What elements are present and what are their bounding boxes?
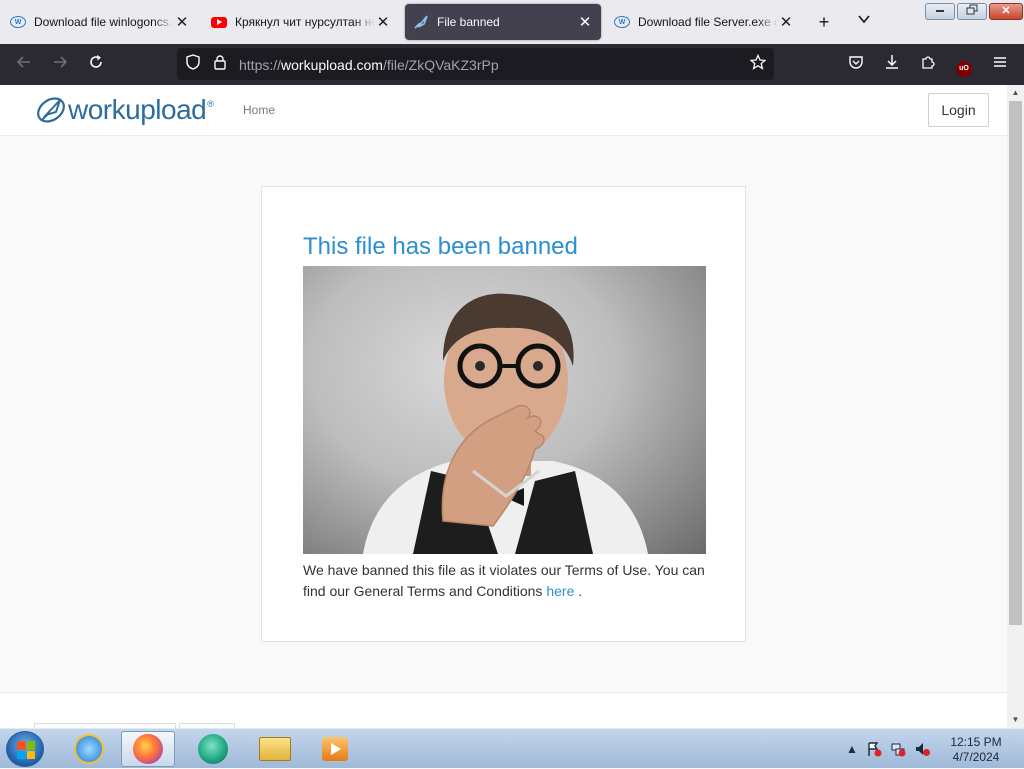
chat-app-icon bbox=[198, 734, 228, 764]
workupload-logo[interactable]: workupload ® bbox=[34, 93, 214, 127]
close-icon[interactable]: ✕ bbox=[174, 13, 190, 31]
scroll-thumb[interactable] bbox=[1009, 101, 1022, 625]
youtube-icon bbox=[211, 14, 227, 30]
banned-notice-card: This file has been banned We have banned… bbox=[261, 186, 746, 642]
scroll-down-arrow[interactable]: ▼ bbox=[1007, 712, 1024, 728]
restore-icon bbox=[966, 4, 978, 15]
tab-download-server[interactable]: W Download file Server.exe on ✕ bbox=[606, 4, 802, 40]
system-tray: ▲ 12:15 PM 4/7/2024 bbox=[840, 729, 1024, 769]
site-header: workupload ® Home Login bbox=[0, 85, 1007, 136]
arrow-left-icon bbox=[16, 56, 30, 68]
web-page: workupload ® Home Login This file has be… bbox=[0, 85, 1007, 728]
tab-title: File banned bbox=[437, 15, 500, 29]
taskbar-messenger[interactable] bbox=[186, 731, 240, 767]
download-icon bbox=[886, 55, 898, 69]
explanation-trailing: . bbox=[574, 583, 583, 599]
site-footer bbox=[0, 692, 1007, 728]
chevron-down-icon bbox=[858, 15, 870, 24]
windows-taskbar: ▲ 12:15 PM 4/7/2024 bbox=[0, 728, 1024, 768]
nav-home-link[interactable]: Home bbox=[243, 103, 275, 117]
volume-muted-icon[interactable] bbox=[914, 741, 930, 757]
url-bar[interactable]: https://workupload.com/file/ZkQVaKZ3rPp bbox=[177, 48, 774, 80]
clock-date: 4/7/2024 bbox=[952, 750, 1000, 764]
windows-logo-icon bbox=[17, 741, 35, 759]
show-hidden-icons-button[interactable]: ▲ bbox=[844, 741, 860, 757]
logo-text: workupload bbox=[68, 94, 207, 126]
downloads-button[interactable] bbox=[879, 52, 905, 78]
explanation-text: We have banned this file as it violates … bbox=[303, 562, 705, 599]
list-all-tabs-button[interactable] bbox=[852, 10, 876, 34]
workupload-icon: W bbox=[614, 14, 630, 30]
tracking-shield-icon[interactable] bbox=[183, 54, 203, 74]
taskbar-firefox[interactable] bbox=[121, 731, 175, 767]
action-center-flag-icon[interactable] bbox=[866, 741, 882, 757]
folder-icon bbox=[259, 737, 291, 761]
tab-youtube-video[interactable]: Кряк​нул чит нурсултан не ✕ bbox=[203, 4, 399, 40]
shocked-man-image bbox=[303, 266, 706, 554]
banned-explanation: We have banned this file as it violates … bbox=[303, 560, 713, 602]
firefox-icon bbox=[133, 734, 163, 764]
hamburger-menu-icon bbox=[994, 57, 1006, 67]
url-scheme: https:// bbox=[239, 57, 282, 73]
forward-button[interactable] bbox=[47, 52, 73, 78]
taskbar-clock[interactable]: 12:15 PM 4/7/2024 bbox=[946, 735, 1006, 765]
back-button[interactable] bbox=[11, 52, 37, 78]
close-icon[interactable]: ✕ bbox=[375, 13, 391, 31]
start-button[interactable] bbox=[6, 731, 44, 767]
url-host: workupload.com bbox=[281, 57, 383, 73]
page-title: This file has been banned bbox=[303, 233, 578, 260]
scroll-up-arrow[interactable]: ▲ bbox=[1007, 85, 1024, 101]
window-close-button[interactable]: ✕ bbox=[989, 3, 1023, 20]
app-menu-button[interactable] bbox=[987, 52, 1013, 78]
lock-icon[interactable] bbox=[210, 54, 230, 74]
tab-file-banned[interactable]: File banned ✕ bbox=[405, 4, 601, 40]
taskbar-internet-explorer[interactable] bbox=[62, 731, 116, 767]
pocket-button[interactable] bbox=[843, 52, 869, 78]
minimize-button[interactable] bbox=[925, 3, 955, 20]
close-icon: ✕ bbox=[1001, 5, 1011, 17]
arrow-right-icon bbox=[54, 56, 68, 68]
network-icon[interactable] bbox=[890, 741, 906, 757]
clock-time: 12:15 PM bbox=[950, 735, 1002, 749]
restore-button[interactable] bbox=[957, 3, 987, 20]
puzzle-icon bbox=[922, 56, 935, 69]
url-text[interactable]: https://workupload.com/file/ZkQVaKZ3rPp bbox=[239, 57, 499, 73]
internet-explorer-icon bbox=[74, 734, 104, 764]
url-path: /file/ZkQVaKZ3rPp bbox=[382, 57, 499, 73]
taskbar-explorer[interactable] bbox=[248, 731, 302, 767]
tab-title: Download file Server.exe on bbox=[638, 15, 778, 29]
media-player-icon bbox=[322, 737, 348, 761]
ublock-icon: uO bbox=[956, 61, 972, 77]
registered-mark: ® bbox=[207, 99, 214, 109]
close-icon[interactable]: ✕ bbox=[577, 13, 593, 31]
tab-title: Кряк​нул чит нурсултан не bbox=[235, 15, 375, 29]
rocket-logo-icon bbox=[37, 97, 65, 123]
workupload-icon bbox=[413, 14, 429, 30]
page-scrollbar[interactable]: ▲ ▼ bbox=[1007, 85, 1024, 728]
extensions-button[interactable] bbox=[915, 52, 941, 78]
reload-icon bbox=[90, 55, 102, 68]
reload-button[interactable] bbox=[83, 52, 109, 78]
pocket-icon bbox=[849, 56, 863, 69]
minimize-icon bbox=[936, 10, 944, 12]
tab-strip: W Download file winlogoncs.e ✕ Кряк​нул … bbox=[0, 0, 1024, 44]
new-tab-button[interactable]: + bbox=[812, 10, 836, 34]
terms-here-link[interactable]: here bbox=[546, 583, 574, 599]
tab-title: Download file winlogoncs.e bbox=[34, 15, 174, 29]
close-icon[interactable]: ✕ bbox=[778, 13, 794, 31]
logo-word-upload: upload bbox=[125, 94, 207, 125]
logo-word-work: work bbox=[68, 94, 126, 125]
navigation-toolbar: https://workupload.com/file/ZkQVaKZ3rPp … bbox=[0, 44, 1024, 85]
login-button[interactable]: Login bbox=[928, 93, 989, 127]
taskbar-media-player[interactable] bbox=[308, 731, 362, 767]
workupload-icon: W bbox=[10, 14, 26, 30]
ublock-origin-button[interactable]: uO bbox=[951, 52, 977, 78]
tab-download-winlogoncs[interactable]: W Download file winlogoncs.e ✕ bbox=[2, 4, 198, 40]
bookmark-star-icon[interactable] bbox=[748, 53, 768, 74]
